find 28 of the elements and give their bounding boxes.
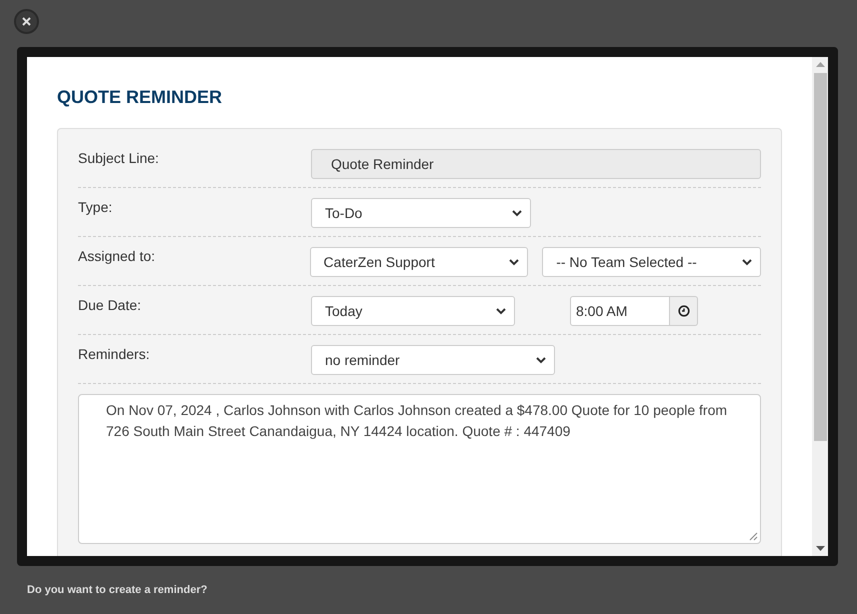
scroll-down-icon (816, 545, 824, 551)
chevron-down-icon (509, 258, 520, 266)
note-textarea[interactable]: On Nov 07, 2024 , Carlos Johnson with Carlos Johnson created a $478.00 Quote for 10 people from 726 South Main Street Canandaigua, NY 14424 location. Quote # : 447409 (78, 394, 761, 544)
dropdown-select[interactable]: CaterZen Support (310, 247, 528, 277)
close-button[interactable] (14, 9, 39, 34)
field-label: Due Date: (78, 296, 142, 313)
field-label: Reminders: (78, 345, 151, 362)
dropdown-select[interactable]: -- No Team Selected -- (542, 247, 761, 277)
dialog-title: QUOTE REMINDER (57, 87, 224, 107)
scrollbar[interactable] (812, 57, 828, 556)
chevron-down-icon (496, 308, 506, 314)
field-label: Type: (78, 198, 114, 215)
clock-button[interactable] (670, 296, 698, 326)
prompt-text: Do you want to create a reminder? (27, 584, 208, 596)
field-label: Subject Line: (78, 149, 160, 166)
dropdown-select[interactable]: no reminder (311, 345, 555, 375)
dropdown-select[interactable]: To-Do (311, 198, 531, 228)
close-icon (22, 17, 31, 26)
field-label: Assigned to: (78, 247, 156, 264)
chevron-down-icon (536, 356, 546, 364)
chevron-down-icon (512, 210, 522, 216)
clock-icon (678, 305, 690, 317)
scroll-up-icon (816, 62, 824, 68)
chevron-down-icon (742, 258, 752, 266)
resize-grip-icon (749, 532, 758, 541)
dropdown-select[interactable]: Today (311, 296, 515, 326)
time-field[interactable]: 8:00 AM (570, 296, 670, 326)
subject-field[interactable]: Quote Reminder (311, 149, 761, 179)
